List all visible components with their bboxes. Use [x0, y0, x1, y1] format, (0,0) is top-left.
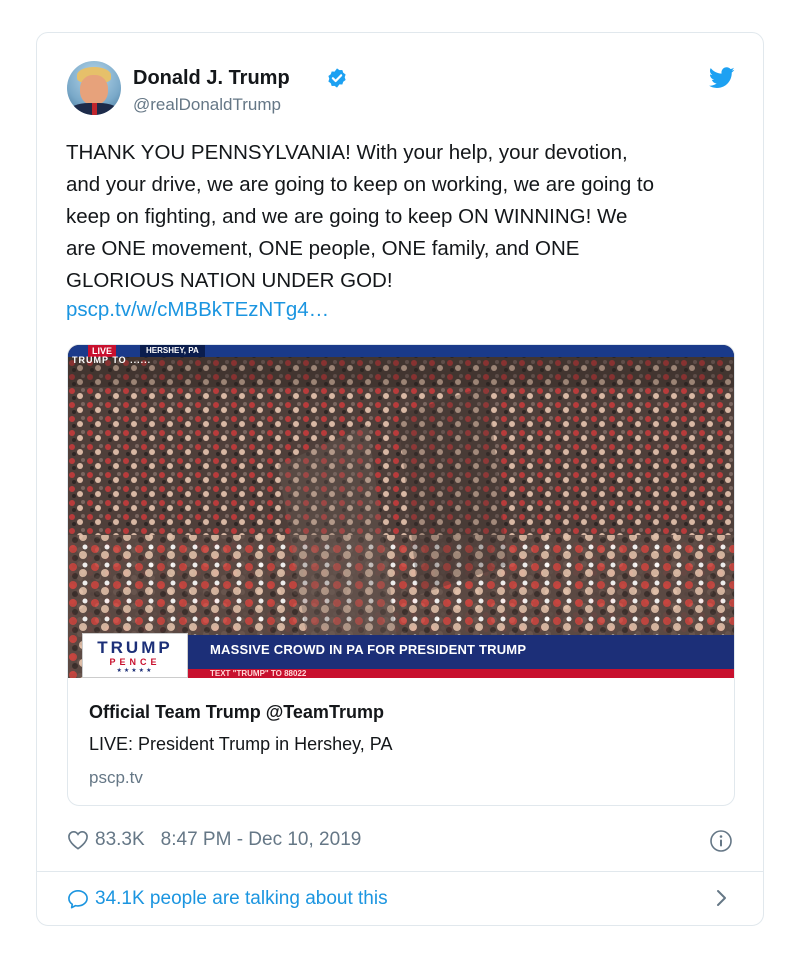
- tweet-text: THANK YOU PENNSYLVANIA! With your help, …: [66, 141, 655, 292]
- logo-trump-text: TRUMP: [97, 638, 173, 657]
- twitter-bird-icon[interactable]: [709, 67, 735, 89]
- like-count[interactable]: 83.3K: [95, 829, 145, 851]
- video-thumbnail[interactable]: LIVE HERSHEY, PA TRUMP TO ...... TRUMP P…: [68, 345, 734, 678]
- info-icon[interactable]: [709, 829, 733, 853]
- tweet-timestamp[interactable]: 8:47 PM - Dec 10, 2019: [161, 829, 362, 851]
- comment-bubble-icon: [68, 890, 88, 909]
- link-card-title[interactable]: Official Team Trump @TeamTrump: [89, 702, 384, 723]
- chevron-right-icon[interactable]: [715, 888, 729, 908]
- link-card-description: LIVE: President Trump in Hershey, PA: [89, 734, 393, 754]
- verified-badge-icon: [328, 68, 346, 88]
- logo-stars: ★★★★★: [116, 668, 154, 674]
- divider: [37, 871, 763, 872]
- author-handle[interactable]: @realDonaldTrump: [133, 95, 281, 115]
- tweet-link[interactable]: pscp.tv/w/cMBBkTEzNTg4…: [66, 298, 329, 322]
- link-preview-card[interactable]: LIVE HERSHEY, PA TRUMP TO ...... TRUMP P…: [67, 344, 735, 806]
- heart-icon[interactable]: [67, 830, 89, 850]
- avatar[interactable]: [67, 61, 121, 115]
- top-brand-text: TRUMP TO ......: [72, 355, 152, 365]
- link-card-domain: pscp.tv: [89, 768, 143, 787]
- author-name[interactable]: Donald J. Trump: [133, 67, 290, 90]
- embedded-tweet-card: Donald J. Trump @realDonaldTrump THANK Y…: [36, 32, 764, 926]
- logo-pence-text: PENCE: [109, 657, 161, 667]
- conversation-text[interactable]: 34.1K people are talking about this: [95, 888, 388, 910]
- ticker-text: TEXT "TRUMP" TO 88022: [210, 669, 307, 678]
- crowd-image: [68, 345, 734, 678]
- tweet-meta-row: 83.3K 8:47 PM - Dec 10, 2019: [67, 829, 361, 851]
- banner-headline: MASSIVE CROWD IN PA FOR PRESIDENT TRUMP: [210, 642, 527, 657]
- trump-pence-logo: TRUMP PENCE ★★★★★: [82, 633, 188, 678]
- conversation-link[interactable]: 34.1K people are talking about this: [67, 888, 388, 910]
